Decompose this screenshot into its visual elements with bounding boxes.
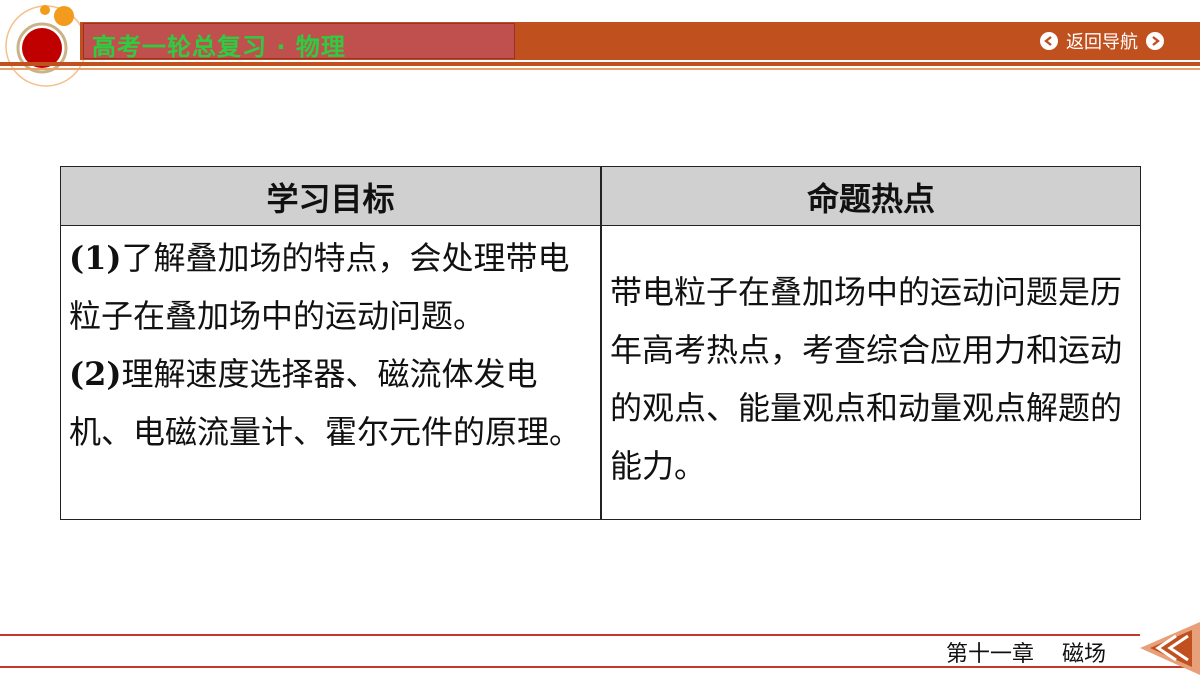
objectives-table: 学习目标 命题热点 (1)了解叠加场的特点，会处理带电粒子在叠加场中的运动问题。…: [60, 166, 1141, 520]
chapter-number: 第十一章: [946, 642, 1035, 667]
back-to-navigation-button[interactable]: 返回导航: [1040, 29, 1164, 53]
objective-number: (1): [69, 239, 122, 277]
objective-text: 了解叠加场的特点，会处理带电粒子在叠加场中的运动问题。: [69, 239, 570, 335]
chapter-label: 第十一章 磁场: [946, 636, 1106, 668]
header-rule: [0, 62, 1200, 66]
objectives-cell: (1)了解叠加场的特点，会处理带电粒子在叠加场中的运动问题。 (2)理解速度选择…: [69, 229, 594, 461]
arrow-left-icon[interactable]: [1040, 32, 1058, 50]
header-learning-objectives: 学习目标: [266, 179, 395, 218]
chapter-topic: 磁场: [1062, 642, 1107, 667]
objective-number: (2): [69, 355, 122, 393]
objective-item: (1)了解叠加场的特点，会处理带电粒子在叠加场中的运动问题。: [69, 229, 594, 345]
course-title: 高考一轮总复习 · 物理: [92, 33, 346, 61]
previous-page-arrow-icon[interactable]: [1136, 622, 1200, 675]
header-exam-hotspots: 命题热点: [806, 179, 935, 218]
objective-item: (2)理解速度选择器、磁流体发电机、电磁流量计、霍尔元件的原理。: [69, 345, 594, 461]
logo-emblem-icon: [5, 5, 87, 87]
arrow-right-icon[interactable]: [1146, 32, 1164, 50]
hotspot-cell: 带电粒子在叠加场中的运动问题是历年高考热点，考查综合应用力和运动的观点、能量观点…: [610, 273, 1123, 485]
back-to-navigation-label[interactable]: 返回导航: [1066, 28, 1138, 54]
objective-text: 理解速度选择器、磁流体发电机、电磁流量计、霍尔元件的原理。: [69, 355, 582, 451]
header-rule-thin: [0, 68, 1200, 70]
